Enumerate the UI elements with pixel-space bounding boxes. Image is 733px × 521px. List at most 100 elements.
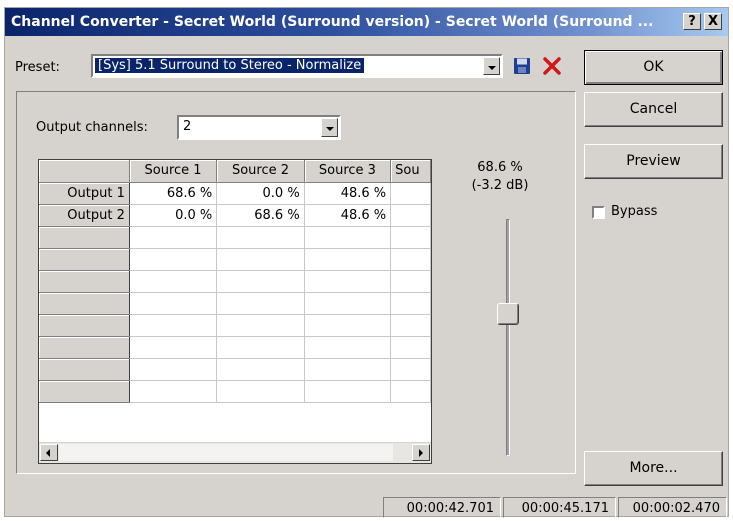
grid-cell[interactable] <box>390 314 431 337</box>
preset-label: Preset: <box>15 60 60 75</box>
channel-converter-dialog: Channel Converter - Secret World (Surrou… <box>4 7 729 518</box>
output-channels-dropdown[interactable]: 2 <box>177 115 341 140</box>
empty-row <box>39 226 431 249</box>
more-button[interactable]: More... <box>584 451 723 486</box>
grid-cell[interactable]: 68.6 % <box>129 182 218 205</box>
empty-row <box>39 270 431 293</box>
level-percent-label: 68.6 % <box>477 160 523 175</box>
grid-cell[interactable] <box>304 358 392 381</box>
mix-matrix-grid[interactable]: Source 1 Source 2 Source 3 Sou Output 1 … <box>38 159 432 464</box>
row-header[interactable]: Output 1 <box>39 182 130 205</box>
column-header[interactable]: Source 3 <box>304 160 392 183</box>
grid-cell[interactable] <box>390 292 431 315</box>
row-header <box>39 292 130 315</box>
horizontal-scrollbar[interactable] <box>39 442 431 463</box>
grid-cell[interactable] <box>390 336 431 359</box>
red-x-icon[interactable] <box>542 56 562 76</box>
row-header <box>39 314 130 337</box>
grid-cell[interactable] <box>129 248 218 271</box>
status-selection-start: 00:00:42.701 <box>383 497 501 518</box>
grid-cell[interactable] <box>129 292 218 315</box>
grid-cell[interactable] <box>390 226 431 249</box>
grid-cell[interactable] <box>129 358 218 381</box>
table-row: Output 2 0.0 % 68.6 % 48.6 % <box>39 204 431 227</box>
grid-cell[interactable] <box>390 270 431 293</box>
table-row: Output 1 68.6 % 0.0 % 48.6 % <box>39 182 431 205</box>
row-header <box>39 270 130 293</box>
preset-dropdown[interactable]: [Sys] 5.1 Surround to Stereo - Normalize <box>91 54 503 78</box>
grid-cell[interactable] <box>129 380 218 403</box>
row-header <box>39 380 130 403</box>
grid-cell[interactable] <box>129 226 218 249</box>
level-slider-thumb[interactable] <box>497 303 519 325</box>
row-header[interactable]: Output 2 <box>39 204 130 227</box>
empty-row <box>39 292 431 315</box>
scroll-left-icon[interactable] <box>40 444 58 461</box>
grid-cell[interactable] <box>390 380 431 403</box>
grid-cell[interactable] <box>304 380 392 403</box>
grid-cell[interactable] <box>216 226 305 249</box>
grid-cell[interactable] <box>390 204 431 227</box>
grid-cell[interactable]: 0.0 % <box>216 182 305 205</box>
empty-row <box>39 358 431 381</box>
help-button[interactable]: ? <box>683 13 701 30</box>
grid-cell[interactable] <box>304 270 392 293</box>
status-selection-end: 00:00:45.171 <box>503 497 616 518</box>
close-button[interactable]: X <box>704 13 722 30</box>
grid-cell[interactable] <box>304 226 392 249</box>
output-channels-label: Output channels: <box>36 120 148 135</box>
column-header[interactable]: Source 1 <box>129 160 218 183</box>
grid-cell[interactable] <box>216 248 305 271</box>
title-bar[interactable]: Channel Converter - Secret World (Surrou… <box>5 8 728 36</box>
grid-cell[interactable] <box>216 270 305 293</box>
grid-cell[interactable] <box>216 380 305 403</box>
grid-cell[interactable] <box>216 336 305 359</box>
preview-button[interactable]: Preview <box>584 144 723 179</box>
column-header[interactable]: Sou <box>390 160 431 183</box>
cancel-button[interactable]: Cancel <box>584 92 723 127</box>
row-header <box>39 226 130 249</box>
grid-cell[interactable] <box>129 336 218 359</box>
bypass-checkbox[interactable] <box>592 206 605 219</box>
output-channels-value: 2 <box>183 119 192 134</box>
window-title: Channel Converter - Secret World (Surrou… <box>11 14 654 30</box>
grid-cell[interactable] <box>216 358 305 381</box>
grid-cell[interactable] <box>304 336 392 359</box>
empty-row <box>39 314 431 337</box>
row-header <box>39 248 130 271</box>
scrollbar-thumb[interactable] <box>59 444 393 461</box>
grid-cell[interactable]: 48.6 % <box>304 182 392 205</box>
grid-cell[interactable] <box>304 314 392 337</box>
grid-cell[interactable] <box>304 248 392 271</box>
floppy-disk-icon[interactable] <box>513 57 531 75</box>
chevron-down-icon[interactable] <box>483 57 500 75</box>
grid-cell[interactable]: 68.6 % <box>216 204 305 227</box>
scroll-right-icon[interactable] <box>412 444 430 461</box>
grid-cell[interactable]: 0.0 % <box>129 204 218 227</box>
grid-cell[interactable] <box>304 292 392 315</box>
column-header[interactable]: Source 2 <box>216 160 305 183</box>
empty-row <box>39 380 431 403</box>
bypass-label: Bypass <box>611 204 658 219</box>
level-slider-track[interactable] <box>506 219 510 456</box>
ok-button[interactable]: OK <box>584 50 723 85</box>
empty-row <box>39 336 431 359</box>
level-db-label: (-3.2 dB) <box>471 178 529 193</box>
grid-corner-cell <box>39 160 130 183</box>
grid-cell[interactable] <box>129 270 218 293</box>
row-header <box>39 336 130 359</box>
status-selection-length: 00:00:02.470 <box>618 497 727 518</box>
chevron-down-icon[interactable] <box>321 118 338 137</box>
empty-row <box>39 248 431 271</box>
grid-cell[interactable]: 48.6 % <box>304 204 392 227</box>
preset-value: [Sys] 5.1 Surround to Stereo - Normalize <box>95 58 365 73</box>
grid-cell[interactable] <box>216 314 305 337</box>
grid-cell[interactable] <box>216 292 305 315</box>
grid-cell[interactable] <box>390 182 431 205</box>
grid-cell[interactable] <box>390 248 431 271</box>
row-header <box>39 358 130 381</box>
mix-matrix-table: Source 1 Source 2 Source 3 Sou Output 1 … <box>39 160 431 403</box>
grid-cell[interactable] <box>129 314 218 337</box>
grid-header-row: Source 1 Source 2 Source 3 Sou <box>39 160 431 183</box>
grid-cell[interactable] <box>390 358 431 381</box>
